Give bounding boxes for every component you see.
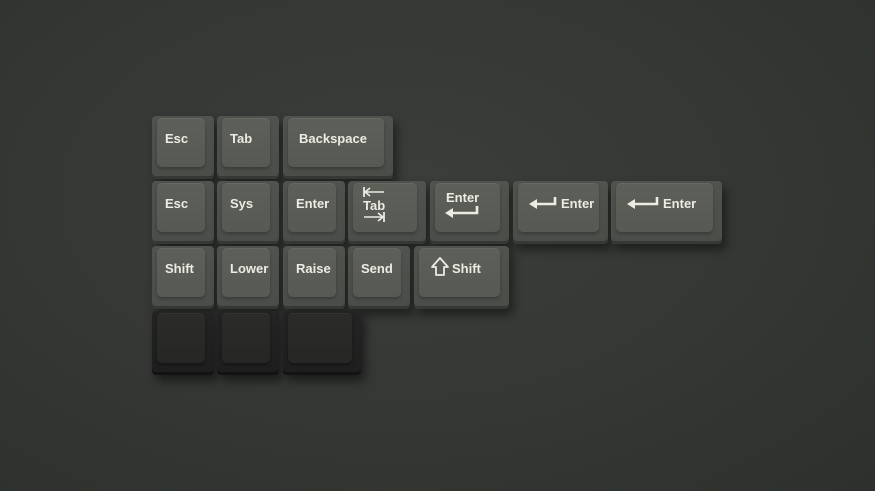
key-enter-wider: Enter [611,181,722,244]
key-label: Send [361,261,393,276]
key-label: Raise [296,261,331,276]
keycap-set: Esc Tab Backspace Esc Sys Enter Tab Ente… [0,0,875,491]
key-label: Esc [165,196,189,211]
key-enter: Enter [283,181,345,244]
key-label: Backspace [299,131,367,146]
key-tab: Tab [217,116,279,179]
key-shift: Shift [152,246,214,309]
key-send: Send [348,246,410,309]
enter-arrow-icon [626,196,660,210]
key-lower: Lower [217,246,279,309]
key-esc-2: Esc [152,181,214,244]
key-sys: Sys [217,181,279,244]
key-label: Lower [230,261,269,276]
key-esc: Esc [152,116,214,179]
key-enter-wide: Enter [513,181,608,244]
key-raise: Raise [283,246,345,309]
key-label: Tab [230,131,253,146]
key-label: Shift [165,261,194,276]
tab-right-arrow-icon [362,211,386,223]
key-backspace: Backspace [283,116,393,179]
key-enter-stacked: Enter [430,181,509,244]
blank-key [152,311,214,375]
tab-left-arrow-icon [362,186,386,198]
key-label: Esc [165,131,189,146]
key-label: Enter [446,190,480,205]
enter-arrow-icon [444,205,480,219]
key-label: Shift [452,261,481,276]
key-tab-arrows: Tab [348,181,426,244]
blank-key [283,311,361,375]
key-label: Enter [296,196,330,211]
key-shift-wide: Shift [414,246,509,309]
key-label: Sys [230,196,254,211]
key-label: Enter [663,196,697,211]
blank-key [217,311,279,375]
key-label: Enter [561,196,595,211]
enter-arrow-icon [528,196,558,210]
shift-arrow-icon [430,256,450,277]
